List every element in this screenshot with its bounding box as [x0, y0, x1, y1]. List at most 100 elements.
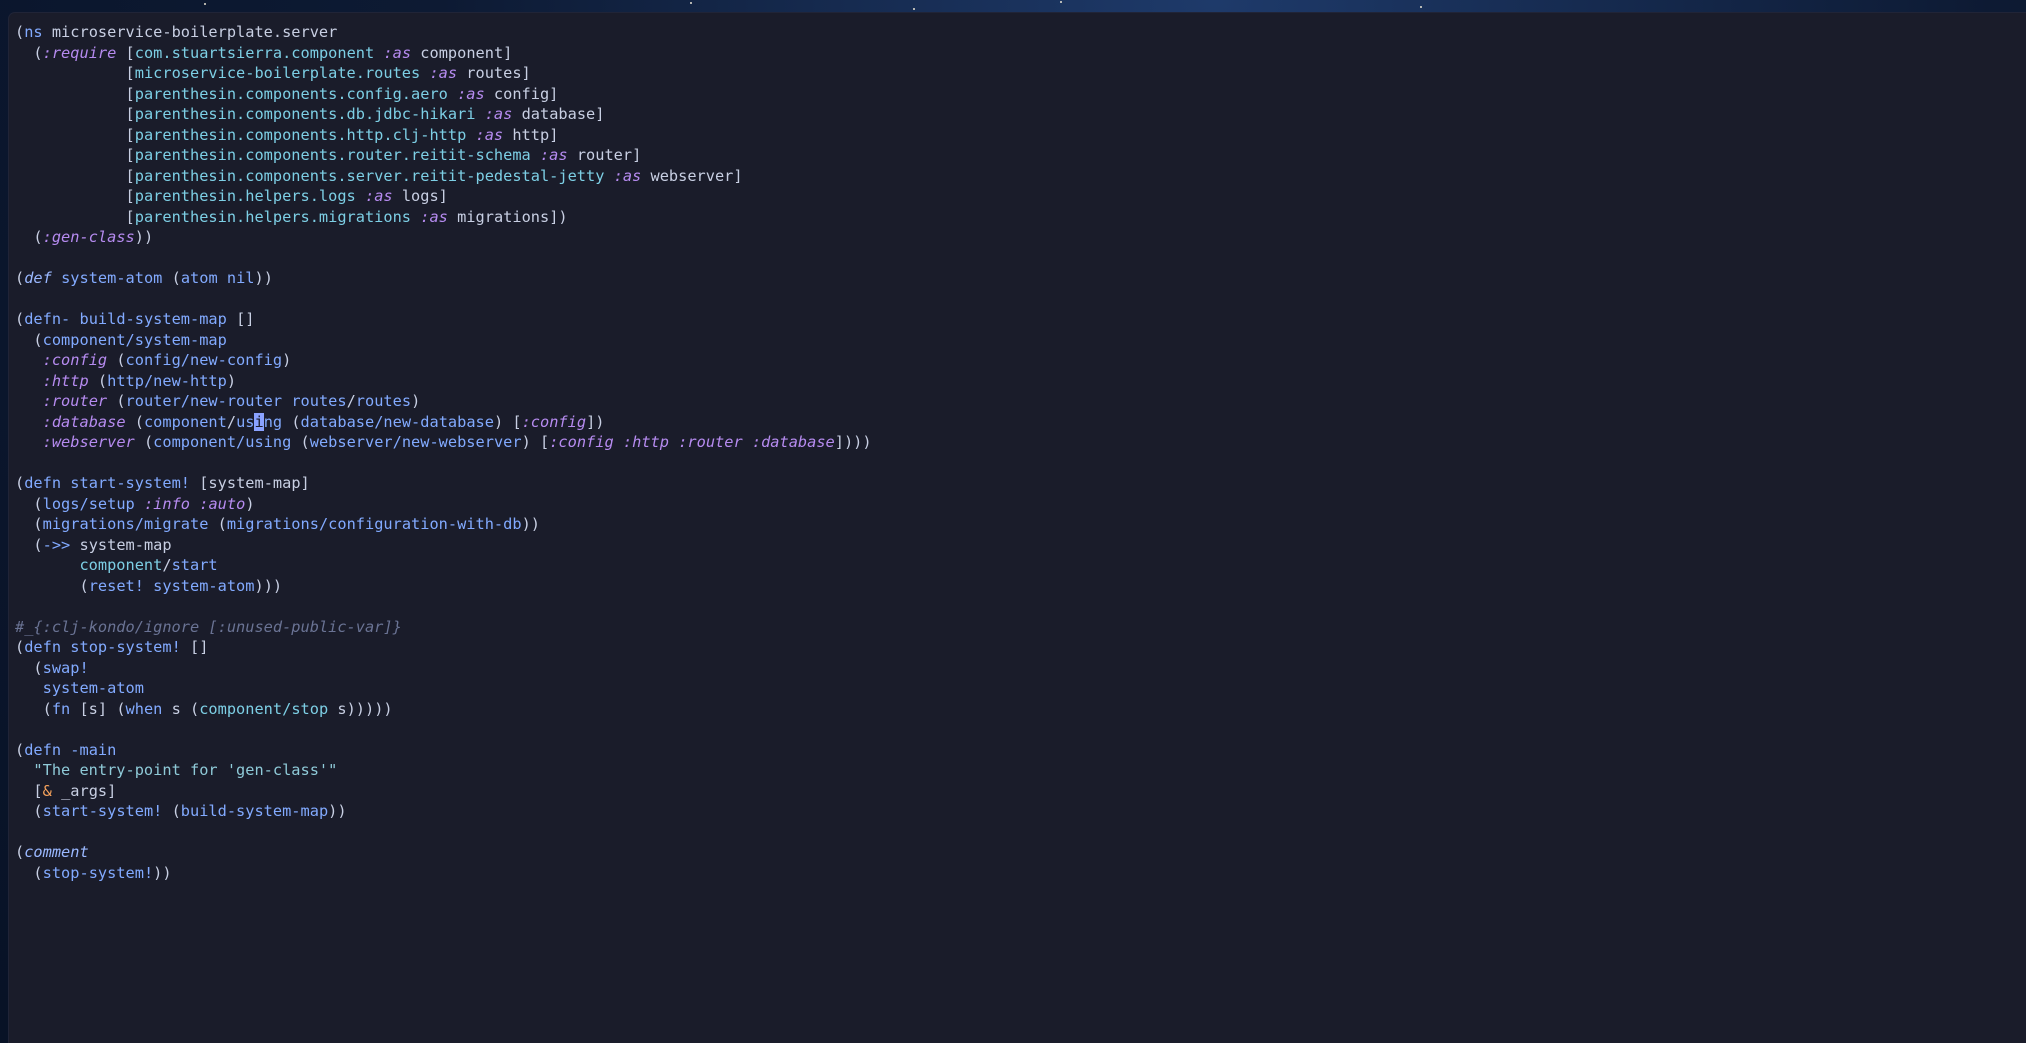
code-token: (: [107, 392, 126, 410]
code-token: (: [125, 412, 144, 431]
code-token: (: [107, 351, 126, 369]
code-line: [parenthesin.helpers.logs :as logs]: [15, 186, 2026, 207]
code-token: /: [346, 392, 356, 410]
code-token: :config: [549, 433, 614, 451]
code-token: (: [15, 699, 52, 718]
code-token: (: [282, 412, 301, 431]
code-token: when: [125, 699, 163, 718]
code-token: []: [180, 638, 209, 656]
code-token: ns: [24, 23, 43, 41]
code-editor[interactable]: (ns microservice-boilerplate.server (:re…: [15, 22, 2026, 1043]
code-token: (: [15, 515, 43, 533]
code-token: fn: [51, 699, 71, 718]
code-token: )): [521, 515, 540, 533]
code-token: (: [15, 330, 43, 349]
code-line: (def system-atom (atom nil)): [15, 268, 2026, 289]
code-line: (swap!: [15, 658, 2026, 679]
code-line: (:require [com.stuartsierra.component :a…: [15, 43, 2026, 64]
code-token: ->>: [42, 535, 71, 554]
code-token: http]: [503, 125, 559, 144]
code-token: /: [226, 412, 237, 431]
code-token: [s] (: [70, 699, 126, 718]
code-token: parenthesin.components.config.aero: [134, 84, 448, 103]
code-line: [parenthesin.components.config.aero :as …: [15, 84, 2026, 105]
code-token: ng: [263, 412, 283, 431]
code-token: ): [282, 351, 292, 369]
code-token: build-system-map: [180, 802, 329, 820]
code-token: build-system-map: [79, 310, 227, 328]
code-token: [: [15, 187, 135, 205]
code-token: config]: [484, 84, 559, 103]
code-token: defn: [24, 740, 62, 759]
code-line: (ns microservice-boilerplate.server: [15, 22, 2026, 43]
code-token: )): [153, 863, 172, 882]
code-line: (comment: [15, 842, 2026, 863]
code-token: (: [15, 658, 43, 677]
code-token: (: [15, 269, 25, 287]
code-token: (: [15, 228, 43, 246]
code-token: "The entry-point for 'gen-class'": [33, 761, 338, 779]
code-token: [: [15, 105, 135, 123]
code-token: logs]: [392, 187, 448, 205]
code-token: (: [15, 43, 43, 62]
code-token: component: [79, 556, 163, 574]
code-token: [: [15, 84, 135, 103]
code-line: (reset! system-atom))): [15, 576, 2026, 597]
code-token: )): [254, 269, 273, 287]
star: [690, 2, 692, 4]
code-token: :as: [475, 125, 504, 144]
code-token: :as: [364, 187, 393, 205]
code-token: [: [15, 125, 135, 144]
code-token: ): [411, 392, 421, 410]
code-line: (->> system-map: [15, 535, 2026, 556]
code-line: :router (router/new-router routes/routes…: [15, 391, 2026, 412]
code-token: parenthesin.components.server.reitit-ped…: [134, 166, 605, 185]
code-token: database]: [512, 105, 605, 123]
code-token: )): [328, 802, 347, 820]
code-token: component]: [411, 43, 513, 62]
code-line: [parenthesin.components.server.reitit-pe…: [15, 166, 2026, 187]
code-token: ]): [586, 412, 605, 431]
code-token: defn: [24, 638, 62, 656]
code-token: :database: [42, 412, 126, 431]
code-token: :info: [143, 494, 191, 513]
code-line: (component/system-map: [15, 330, 2026, 351]
code-token: ): [245, 494, 255, 513]
code-token: :database: [751, 433, 835, 451]
code-token: start: [171, 556, 218, 574]
code-token: :require: [42, 43, 117, 62]
code-token: microservice-boilerplate.routes: [134, 64, 421, 82]
code-token: stop-system!: [42, 863, 154, 882]
code-token: system-atom: [153, 576, 255, 595]
star: [913, 8, 915, 10]
code-line: :config (config/new-config): [15, 350, 2026, 371]
code-token: (: [208, 515, 227, 533]
star: [1060, 1, 1062, 3]
code-token: (: [15, 740, 25, 759]
code-line: (defn- build-system-map []: [15, 309, 2026, 330]
code-token: [: [15, 146, 135, 164]
code-token: component: [143, 412, 227, 431]
code-token: s))))): [328, 699, 393, 718]
code-token: webserver]: [641, 166, 743, 185]
editor-window[interactable]: (ns microservice-boilerplate.server (:re…: [9, 13, 2026, 1043]
